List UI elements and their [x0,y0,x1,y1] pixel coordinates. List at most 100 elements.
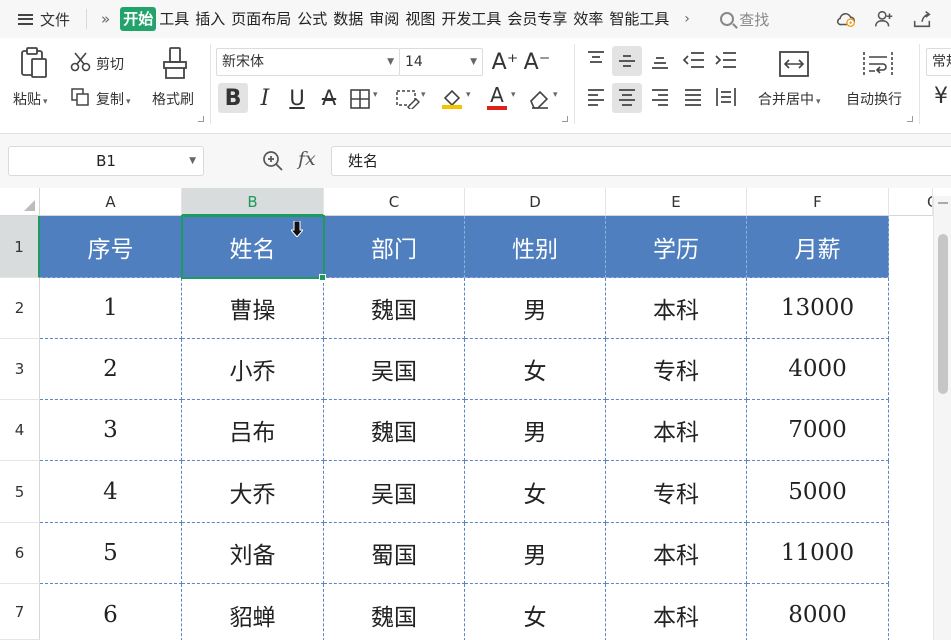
cell-d2[interactable]: 男 [465,278,606,339]
cell-c4[interactable]: 魏国 [324,400,465,461]
cell-f3[interactable]: 4000 [747,339,889,400]
cell-b5[interactable]: 大乔 [182,461,324,523]
cell-d6[interactable]: 男 [465,523,606,584]
tab-tools[interactable]: 工具 [156,7,192,31]
row-header-1[interactable]: 1 [0,216,40,278]
row-header-2[interactable]: 2 [0,278,40,339]
align-left-icon[interactable] [586,87,606,107]
increase-indent-icon[interactable] [714,50,738,70]
justify-icon[interactable] [683,87,703,107]
search-button[interactable]: 查找 [720,9,769,30]
cell-e7[interactable]: 本科 [606,584,747,640]
borders-dropdown-icon[interactable]: ▾ [373,90,378,100]
cell-c6[interactable]: 蜀国 [324,523,465,584]
name-box[interactable]: B1 ▼ [8,146,204,176]
tab-smart-tools[interactable]: 智能工具 [606,7,672,31]
column-header-c[interactable]: C [324,188,465,216]
row-header-3[interactable]: 3 [0,339,40,400]
strikethrough-button[interactable]: A [314,83,344,113]
cell-d1[interactable]: 性别 [465,216,606,278]
paste-icon[interactable] [18,46,50,80]
cell-b7[interactable]: 貂蝉 [182,584,324,640]
insert-function-button[interactable]: fx [298,148,316,170]
zoom-icon[interactable] [262,150,284,172]
vertical-scrollbar[interactable] [933,196,951,640]
cell-b4[interactable]: 吕布 [182,400,324,461]
cell-a3[interactable]: 2 [40,339,182,400]
tab-efficiency[interactable]: 效率 [570,7,606,31]
tab-insert[interactable]: 插入 [192,7,228,31]
cell-d4[interactable]: 男 [465,400,606,461]
cell-f5[interactable]: 5000 [747,461,889,523]
cell-d5[interactable]: 女 [465,461,606,523]
row-header-5[interactable]: 5 [0,461,40,523]
fill-color-dropdown-icon[interactable]: ▾ [466,90,471,100]
borders-icon[interactable] [350,89,372,109]
column-header-g[interactable]: G [889,188,933,216]
cell-a5[interactable]: 4 [40,461,182,523]
cell-f7[interactable]: 8000 [747,584,889,640]
cell-a1[interactable]: 序号 [40,216,182,278]
align-middle-button[interactable] [612,46,642,76]
row-header-4[interactable]: 4 [0,400,40,461]
tab-page-layout[interactable]: 页面布局 [228,7,294,31]
underline-button[interactable]: U [282,83,312,113]
column-header-d[interactable]: D [465,188,606,216]
tab-data[interactable]: 数据 [330,7,366,31]
select-all-button[interactable] [0,188,40,216]
more-tabs-button[interactable]: » [95,10,120,28]
number-format-select[interactable]: 常规 [926,48,951,76]
row-header-6[interactable]: 6 [0,523,40,584]
row-header-7[interactable]: 7 [0,584,40,640]
tab-review[interactable]: 审阅 [366,7,402,31]
cell-c7[interactable]: 魏国 [324,584,465,640]
cell-a4[interactable]: 3 [40,400,182,461]
tab-home[interactable]: 开始 [120,7,157,31]
align-center-button[interactable] [612,83,642,113]
cell-c5[interactable]: 吴国 [324,461,465,523]
scissors-icon[interactable] [70,51,92,73]
column-header-a[interactable]: A [40,188,182,216]
font-name-select[interactable]: 新宋体 ▼ [216,48,400,76]
spreadsheet-grid[interactable]: A B C D E F G 1 2 3 4 5 6 7 序号 姓名 部门 性别 … [0,188,951,640]
cell-e6[interactable]: 本科 [606,523,747,584]
currency-format-button[interactable]: ¥ [934,84,948,109]
share-icon[interactable] [911,8,933,30]
cell-a2[interactable]: 1 [40,278,182,339]
tab-view[interactable]: 视图 [402,7,438,31]
font-color-button[interactable]: A [484,84,510,112]
paste-button[interactable]: 粘贴 [13,89,48,109]
cell-f1[interactable]: 月薪 [747,216,889,278]
cloud-sync-icon[interactable] [835,8,857,30]
decrease-font-button[interactable]: A⁻ [522,47,552,77]
column-header-e[interactable]: E [606,188,747,216]
add-user-icon[interactable] [873,8,895,30]
font-color-dropdown-icon[interactable]: ▾ [511,90,516,100]
cell-e4[interactable]: 本科 [606,400,747,461]
align-bottom-icon[interactable] [650,50,670,70]
cell-a7[interactable]: 6 [40,584,182,640]
clipboard-group-launcher[interactable] [198,116,204,122]
font-group-launcher[interactable] [562,116,568,122]
cell-b3[interactable]: 小乔 [182,339,324,400]
distributed-align-icon[interactable] [714,86,738,108]
cell-e2[interactable]: 本科 [606,278,747,339]
copy-button[interactable]: 复制 [96,89,131,109]
scroll-up-icon[interactable] [938,202,948,212]
wrap-text-icon[interactable] [862,50,894,78]
cell-c1[interactable]: 部门 [324,216,465,278]
cell-e3[interactable]: 专科 [606,339,747,400]
cell-e1[interactable]: 学历 [606,216,747,278]
file-menu-button[interactable]: 文件 [0,0,78,38]
align-right-icon[interactable] [650,87,670,107]
cell-style-icon[interactable] [396,89,420,109]
fill-handle[interactable] [319,274,326,281]
cell-b6[interactable]: 刘备 [182,523,324,584]
increase-font-button[interactable]: A⁺ [490,47,520,77]
cell-f2[interactable]: 13000 [747,278,889,339]
cell-f4[interactable]: 7000 [747,400,889,461]
cell-c2[interactable]: 魏国 [324,278,465,339]
copy-icon[interactable] [70,87,90,107]
column-header-b[interactable]: B [182,188,324,216]
bold-button[interactable]: B [218,83,248,113]
